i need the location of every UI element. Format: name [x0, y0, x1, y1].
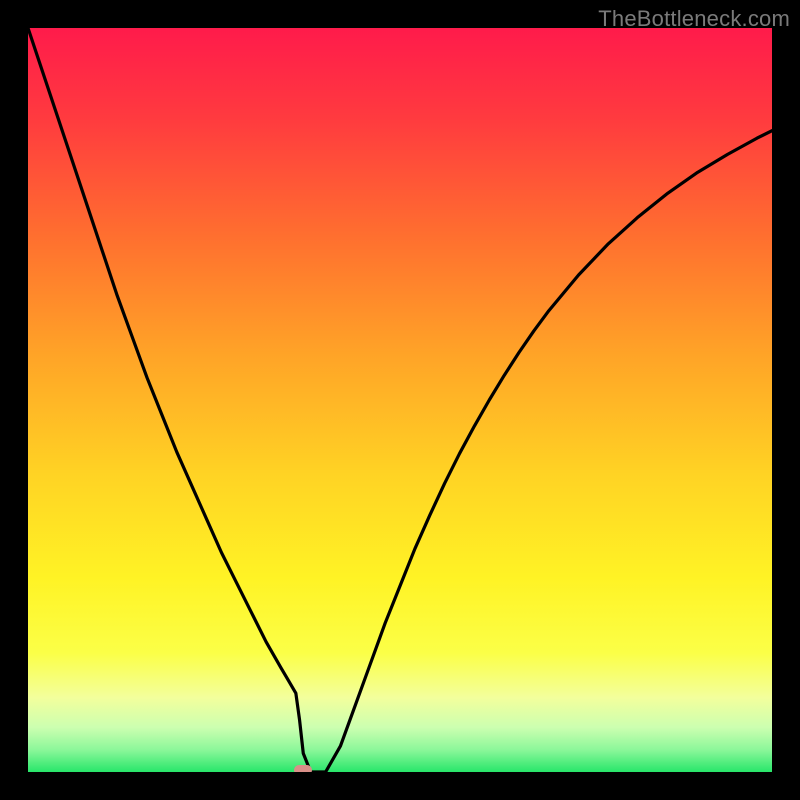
plot-area	[28, 28, 772, 772]
bottleneck-curve	[28, 28, 772, 772]
minimum-marker	[294, 765, 312, 772]
chart-frame: TheBottleneck.com	[0, 0, 800, 800]
watermark-text: TheBottleneck.com	[598, 6, 790, 32]
